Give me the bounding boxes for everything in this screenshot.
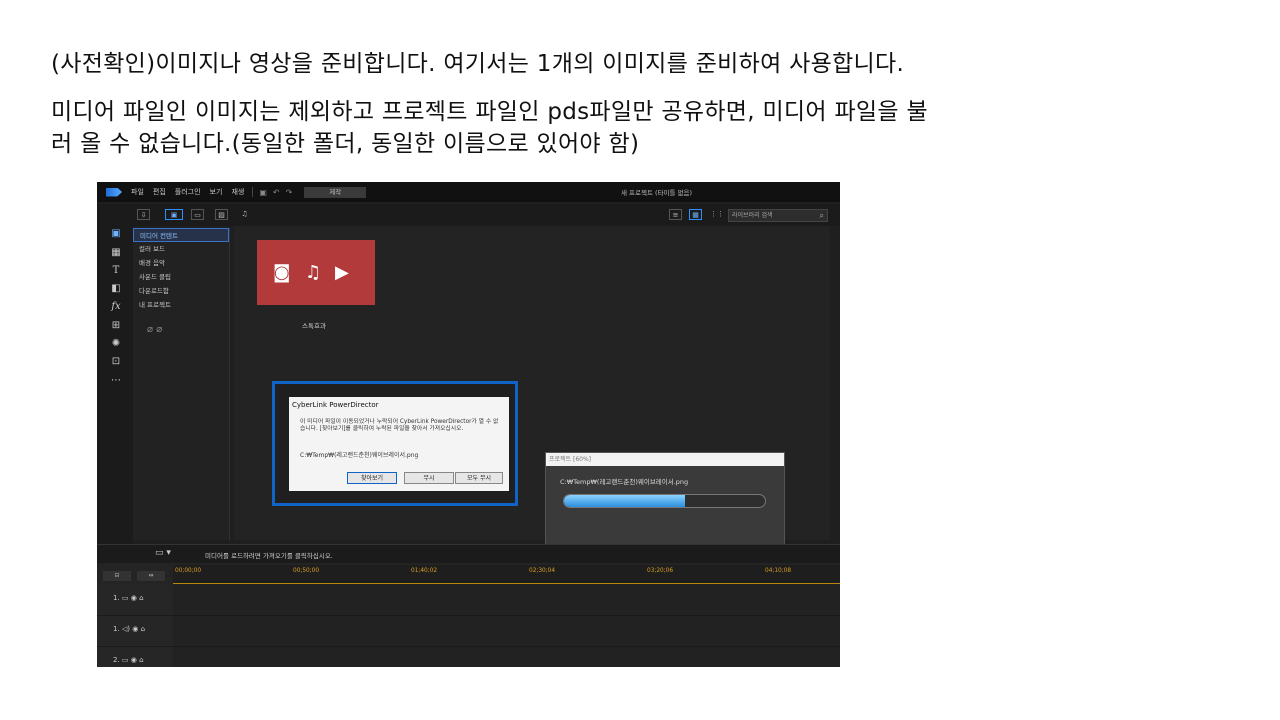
more-icon[interactable]: ⋯ [109,375,123,387]
track-row[interactable] [173,585,840,616]
progress-path: C:₩Temp₩(레고랜드춘천)웨이브레이서.png [560,478,689,486]
transition-room-icon[interactable]: ◧ [109,283,123,295]
tick-label: 00;00;00 [175,568,202,574]
tick-label: 02;30;04 [529,568,556,574]
effect-room-icon[interactable]: ▦ [109,247,123,259]
track-manager-button[interactable]: ⊟ [103,571,131,581]
video-filter-icon[interactable]: ▭ [191,209,204,220]
timeline: ⊟ ⇹ 00;00;00 00;50;00 01;40;02 02;30;04 … [97,563,840,667]
library-tree: 미디어 컨텐트 컬러 보드 배경 음악 사운드 클립 다운로드함 내 프로젝트 … [133,228,230,540]
undo-icon[interactable]: ↶ [273,188,280,197]
image-filter-icon[interactable]: ▨ [215,209,228,220]
status-text: 미디어를 로드하려면 가져오기를 클릭하십시오. [205,552,333,560]
tick-label: 03;20;06 [647,568,674,574]
window-title: 새 프로젝트 (타이틀 없음) [621,189,693,197]
media-room-icon[interactable]: ▣ [109,228,123,240]
menu-play[interactable]: 재생 [231,187,244,197]
dialog-title: CyberLink PowerDirector [292,401,379,409]
progress-title: 프로젝트 [60%] [546,453,784,466]
produce-button[interactable]: 제작 [304,186,367,198]
project-progress-window: 프로젝트 [60%] C:₩Temp₩(레고랜드춘천)웨이브레이서.png [545,452,785,550]
menu-file[interactable]: 파일 [131,187,144,197]
tree-item-downloads[interactable]: 다운로드함 [133,284,229,298]
tree-item-sound-clip[interactable]: 사운드 클립 [133,270,229,284]
track-row[interactable] [173,647,840,667]
tick-label: 00;50;00 [293,568,320,574]
caption-line-2: 미디어 파일인 이미지는 제외하고 프로젝트 파일인 pds파일만 공유하면, … [51,99,928,125]
track-header-video-2[interactable]: 2. ▭ ◉ ⌂ [97,647,173,667]
large-grid-icon[interactable]: ⋮⋮ [710,209,724,220]
progress-bar [563,494,766,508]
track-row[interactable] [173,616,840,647]
track-header-video-1[interactable]: 1. ▭ ◉ ⌂ [97,585,173,616]
library-search-input[interactable]: 라이브러리 검색 ⌕ [728,209,828,222]
pip-room-icon[interactable]: ⊞ [109,320,123,332]
menu-edit[interactable]: 편집 [153,187,166,197]
powerdirector-screenshot: 파일 편집 플러그인 보기 재생 ▣ ↶ ↷ 제작 새 프로젝트 (타이틀 없음… [97,182,840,667]
missing-media-dialog: CyberLink PowerDirector 이 미디어 파일이 이동되었거나… [289,397,509,491]
menu-bar: 파일 편집 플러그인 보기 재생 ▣ ↶ ↷ 제작 새 프로젝트 (타이틀 없음… [97,182,840,202]
app-logo-icon [106,187,122,197]
track-header-audio-1[interactable]: 1. ◁) ◉ ⌂ [97,616,173,647]
search-placeholder: 라이브러리 검색 [732,212,773,219]
music-note-icon: ♫ [305,262,322,283]
music-filter-icon[interactable]: ♫ [238,209,251,220]
fit-timeline-button[interactable]: ⇹ [137,571,165,581]
tree-item-my-projects[interactable]: 내 프로젝트 [133,298,229,312]
tree-item-bgm[interactable]: 배경 음악 [133,256,229,270]
progress-fill [564,495,685,507]
track-label: 1. ▭ ◉ ⌂ [113,594,144,602]
grid-view-icon[interactable]: ▦ [689,209,702,220]
caption-line-3: 러 올 수 없습니다.(동일한 폴더, 동일한 이름으로 있어야 함) [51,131,640,157]
tag-add-icon[interactable]: ⌀ ⌀ [147,324,162,335]
play-icon: ▶ [335,262,349,283]
camera-icon: ◙ [273,262,291,283]
title-room-icon[interactable]: T [109,265,123,277]
particle-room-icon[interactable]: ✺ [109,338,123,350]
tile-label: 스톡효과 [302,322,326,330]
caption-line-1: (사전확인)이미지나 영상을 준비합니다. 여기서는 1개의 이미지를 준비하여… [51,51,905,77]
menu-plugin[interactable]: 플러그인 [175,187,201,197]
ignore-button[interactable]: 무시 [404,472,454,484]
track-label: 2. ▭ ◉ ⌂ [113,656,144,664]
ignore-all-button[interactable]: 모두 무시 [455,472,503,484]
status-bar: ▭ ▾ 미디어를 로드하려면 가져오기를 클릭하십시오. [97,544,840,563]
time-ruler[interactable]: 00;00;00 00;50;00 01;40;02 02;30;04 03;2… [173,565,840,584]
save-icon[interactable]: ▣ [259,188,267,197]
menu-divider [252,187,254,197]
library-toolbar: ⇩ ▣ ▭ ▨ ♫ ≡ ▦ ⋮⋮ 라이브러리 검색 ⌕ [97,204,840,226]
track-label: 1. ◁) ◉ ⌂ [113,625,146,633]
tick-label: 04;10;08 [765,568,792,574]
tick-label: 01;40;02 [411,568,438,574]
media-filter-icon[interactable]: ▣ [165,209,183,220]
import-icon[interactable]: ⇩ [137,209,150,220]
browse-button[interactable]: 찾아보기 [347,472,397,484]
list-view-icon[interactable]: ≡ [669,209,682,220]
subtitle-room-icon[interactable]: ⊡ [109,356,123,368]
fx-room-icon[interactable]: fx [109,301,123,313]
dialog-message: 이 미디어 파일이 이동되었거나 누락되어 CyberLink PowerDir… [300,419,499,432]
redo-icon[interactable]: ↷ [286,188,293,197]
stock-media-tile[interactable]: ◙ ♫ ▶ [257,240,375,305]
menu-view[interactable]: 보기 [210,187,223,197]
search-icon[interactable]: ⌕ [820,210,824,221]
tree-item-media-content[interactable]: 미디어 컨텐트 [133,228,229,242]
room-icon-bar: ▣ ▦ T ◧ fx ⊞ ✺ ⊡ ⋯ [97,226,133,546]
dialog-path: C:₩Temp₩(레고랜드춘천)웨이브레이서.png [300,452,419,459]
folder-icon[interactable]: ▭ ▾ [155,548,171,558]
tree-item-color-board[interactable]: 컬러 보드 [133,242,229,256]
